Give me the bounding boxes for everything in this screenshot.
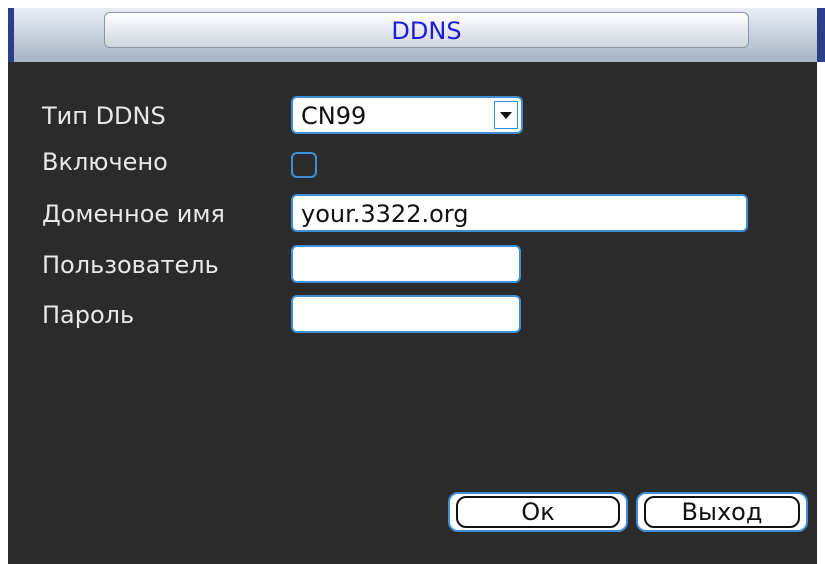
ddns-type-select[interactable]: CN99 bbox=[291, 96, 523, 134]
domain-label: Доменное имя bbox=[42, 200, 225, 228]
ddns-dialog: DDNS Тип DDNS CN99 Включено Доменное имя bbox=[8, 8, 825, 564]
title-bar: DDNS bbox=[8, 8, 825, 62]
exit-button-inner: Выход bbox=[644, 496, 800, 528]
dialog-content: Тип DDNS CN99 Включено Доменное имя your… bbox=[8, 62, 825, 564]
password-label: Пароль bbox=[42, 301, 135, 329]
enabled-checkbox[interactable] bbox=[291, 152, 317, 178]
domain-input[interactable]: your.3322.org bbox=[291, 194, 748, 232]
row-password: Пароль bbox=[8, 295, 825, 335]
exit-button-label: Выход bbox=[681, 498, 763, 526]
dialog-title: DDNS bbox=[391, 17, 462, 45]
password-input[interactable] bbox=[291, 295, 521, 333]
ok-button[interactable]: Ок bbox=[448, 492, 628, 532]
ok-button-inner: Ок bbox=[456, 496, 620, 528]
ddns-type-label: Тип DDNS bbox=[42, 102, 166, 130]
exit-button[interactable]: Выход bbox=[636, 492, 808, 532]
row-domain: Доменное имя your.3322.org bbox=[8, 194, 825, 234]
domain-value: your.3322.org bbox=[301, 200, 469, 228]
row-user: Пользователь bbox=[8, 245, 825, 285]
user-label: Пользователь bbox=[42, 251, 219, 279]
title-pill: DDNS bbox=[104, 12, 749, 48]
enabled-label: Включено bbox=[42, 148, 168, 176]
user-input[interactable] bbox=[291, 245, 521, 283]
ddns-type-value: CN99 bbox=[301, 102, 367, 130]
row-ddns-type: Тип DDNS CN99 bbox=[8, 96, 825, 136]
chevron-down-icon[interactable] bbox=[494, 101, 518, 129]
row-enabled: Включено bbox=[8, 142, 825, 182]
ok-button-label: Ок bbox=[521, 498, 555, 526]
